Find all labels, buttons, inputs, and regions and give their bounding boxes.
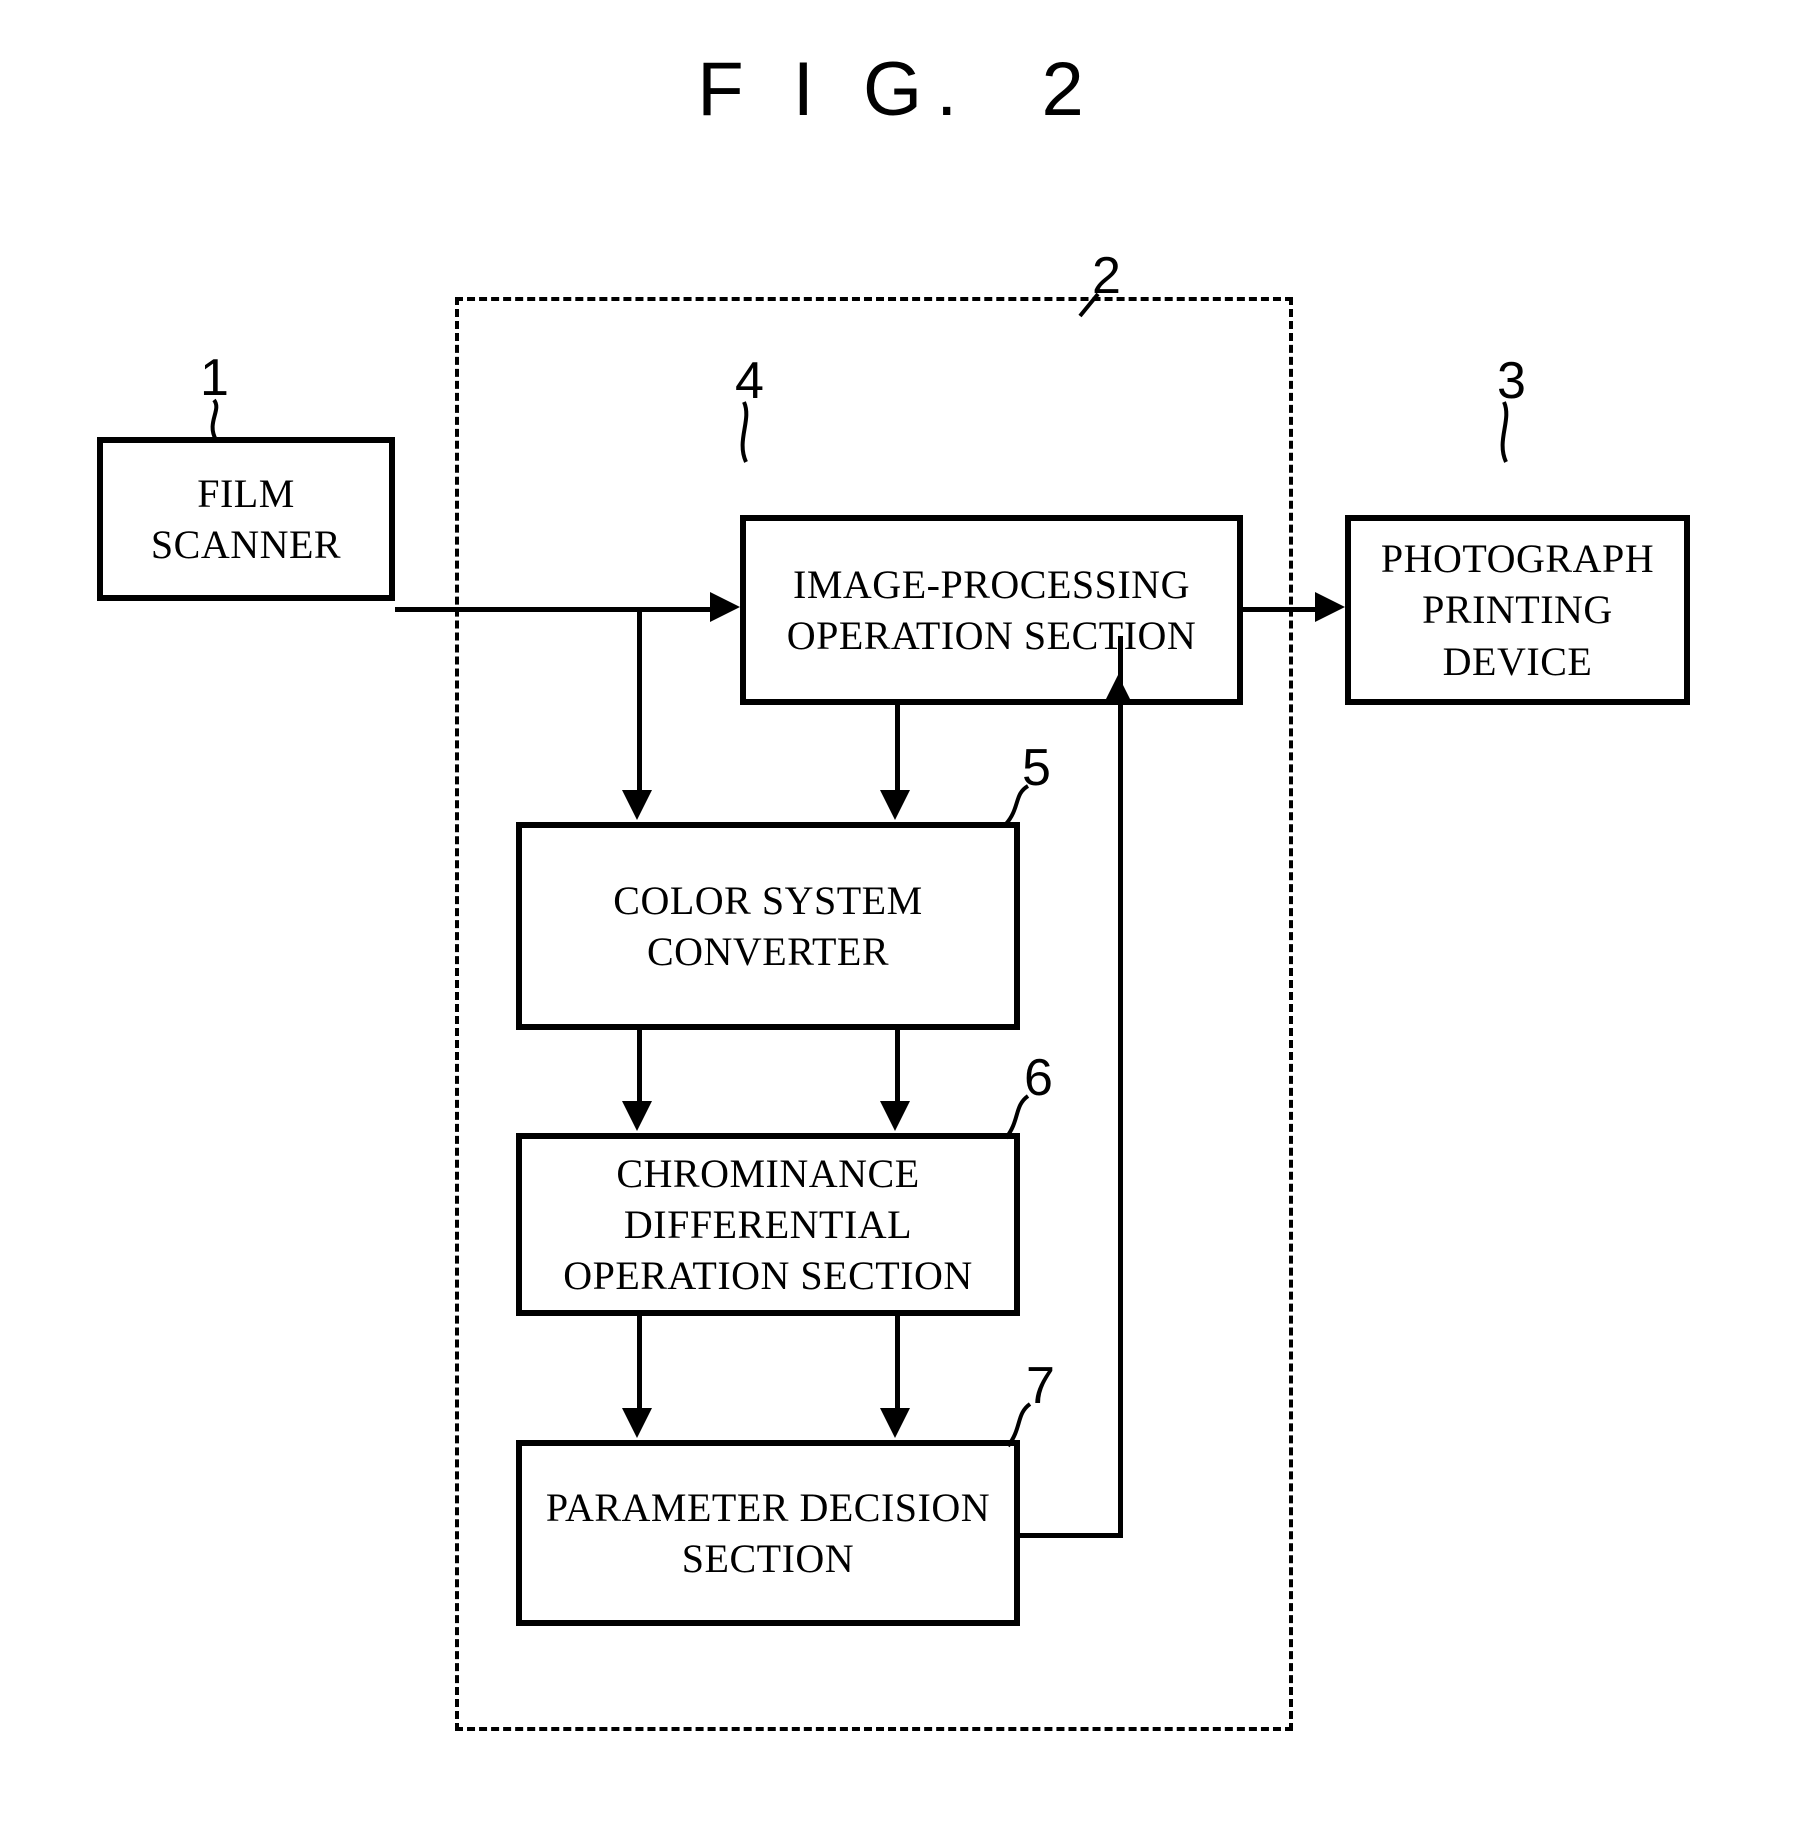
node-film-scanner[interactable]: FILM SCANNER <box>97 437 395 601</box>
node-parameter-decision-section[interactable]: PARAMETER DECISION SECTION <box>516 1440 1020 1626</box>
connector-color-system-converter-to-chrominance-left <box>637 1030 642 1104</box>
node-parameter-decision-section-label: PARAMETER DECISION SECTION <box>545 1484 991 1581</box>
lead-line-1 <box>210 398 219 441</box>
arrowhead-film-scanner-to-image-processing <box>710 592 740 622</box>
connector-film-scanner-to-image-processing <box>395 607 710 612</box>
connector-chrominance-to-parameter-decision-right <box>895 1316 900 1411</box>
lead-line-5 <box>1004 784 1030 826</box>
node-image-processing-operation-section[interactable]: IMAGE-PROCESSING OPERATION SECTION <box>740 515 1243 705</box>
arrowhead-color-system-converter-to-chrominance-right <box>880 1101 910 1131</box>
node-color-system-converter[interactable]: COLOR SYSTEM CONVERTER <box>516 822 1020 1030</box>
connector-image-processing-to-photograph-printing <box>1243 607 1315 612</box>
lead-line-6 <box>1004 1094 1030 1140</box>
node-color-system-converter-label: COLOR SYSTEM CONVERTER <box>613 877 923 974</box>
arrowhead-chrominance-to-parameter-decision-left <box>622 1408 652 1438</box>
node-chrominance-differential-operation-section-label: CHROMINANCE DIFFERENTIAL OPERATION SECTI… <box>563 1150 973 1299</box>
connector-parameter-decision-feedback-horizontal <box>1018 1533 1123 1538</box>
lead-line-4 <box>740 401 749 463</box>
lead-line-2 <box>1078 292 1100 318</box>
figure-canvas: F I G. 2 2 FILM SCANNER 1 IMAGE-PROCESSI… <box>0 0 1795 1843</box>
connector-image-processing-to-color-system-converter <box>895 705 900 793</box>
node-image-processing-operation-section-label: IMAGE-PROCESSING OPERATION SECTION <box>786 561 1197 658</box>
connector-parameter-decision-feedback-vertical <box>1118 636 1123 1536</box>
node-photograph-printing-device-label: PHOTOGRAPH PRINTING DEVICE <box>1380 536 1655 684</box>
connector-scanner-branch-to-color-system-converter <box>637 607 642 793</box>
lead-line-7 <box>1006 1402 1032 1448</box>
arrowhead-chrominance-to-parameter-decision-right <box>880 1408 910 1438</box>
reference-numeral-1: 1 <box>200 349 229 407</box>
node-chrominance-differential-operation-section[interactable]: CHROMINANCE DIFFERENTIAL OPERATION SECTI… <box>516 1133 1020 1316</box>
arrowhead-image-processing-to-color-system-converter <box>880 790 910 820</box>
arrowhead-image-processing-to-photograph-printing <box>1315 592 1345 622</box>
arrowhead-color-system-converter-to-chrominance-left <box>622 1101 652 1131</box>
connector-chrominance-to-parameter-decision-left <box>637 1316 642 1411</box>
arrowhead-scanner-branch-to-color-system-converter <box>622 790 652 820</box>
connector-color-system-converter-to-chrominance-right <box>895 1030 900 1104</box>
lead-line-3 <box>1500 401 1509 463</box>
node-film-scanner-label: FILM SCANNER <box>150 470 342 567</box>
arrowhead-parameter-decision-feedback-to-image-processing <box>1103 675 1133 705</box>
figure-title: F I G. 2 <box>697 47 1098 132</box>
node-photograph-printing-device[interactable]: PHOTOGRAPH PRINTING DEVICE <box>1345 515 1690 705</box>
